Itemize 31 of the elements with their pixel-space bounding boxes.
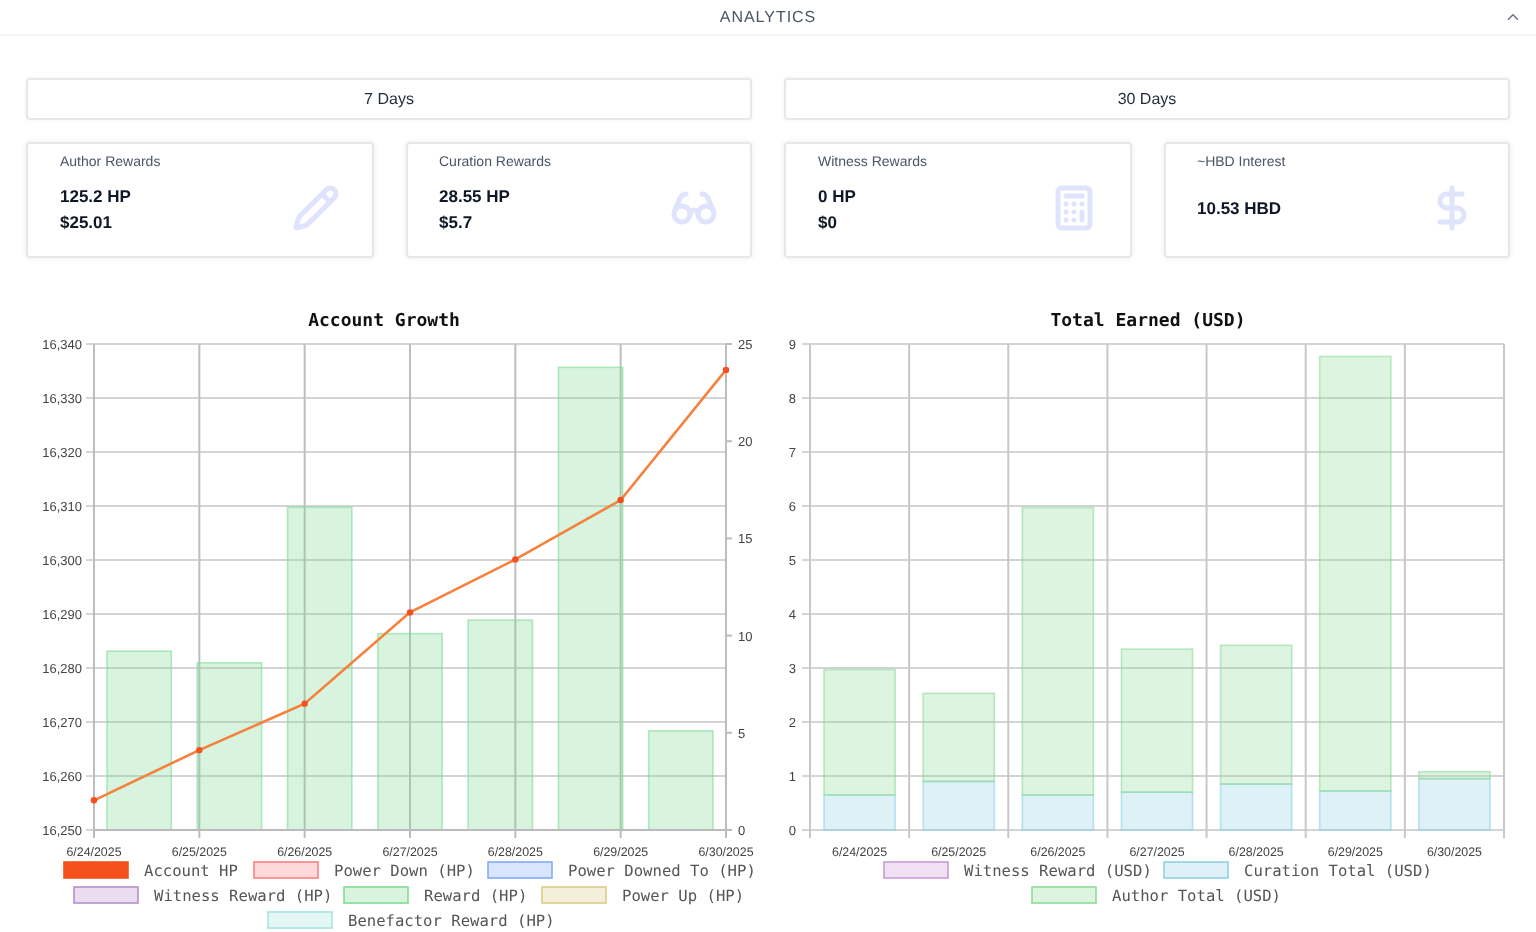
legend-swatch[interactable] (63, 861, 129, 879)
data-point (196, 746, 203, 754)
chart-title: Account Growth (308, 312, 460, 332)
section-title: ANALYTICS (719, 5, 817, 29)
legend-swatch[interactable] (73, 886, 139, 904)
legend-swatch[interactable] (541, 886, 607, 904)
data-point (617, 496, 624, 504)
legend-swatch[interactable] (253, 861, 319, 879)
legend-swatch[interactable] (1163, 861, 1229, 879)
legend-swatch[interactable] (1031, 886, 1097, 904)
card-value: $25.01 (60, 211, 114, 233)
collapse-icon[interactable] (1504, 8, 1522, 26)
legend-swatch[interactable] (343, 886, 409, 904)
card-value: 125.2 HP (60, 185, 133, 207)
legend-swatch[interactable] (883, 861, 949, 879)
chart-title: Total Earned (USD) (1050, 312, 1246, 332)
period-button[interactable]: 30 Days (784, 78, 1510, 120)
data-point (301, 700, 308, 707)
card-value: 10.53 HBD (1197, 198, 1284, 220)
period-button[interactable]: 7 Days (26, 78, 752, 120)
pencil-icon (291, 184, 339, 232)
card-value: 0 HP (818, 185, 858, 207)
card-value: $0 (818, 211, 839, 233)
bar (647, 730, 714, 831)
legend-swatch[interactable] (487, 861, 553, 879)
card-value: $5.7 (439, 211, 475, 233)
data-point (512, 556, 519, 563)
card-value: 28.55 HP (439, 185, 512, 207)
data-point (406, 609, 414, 616)
data-point (722, 366, 730, 374)
data-point (90, 797, 98, 804)
